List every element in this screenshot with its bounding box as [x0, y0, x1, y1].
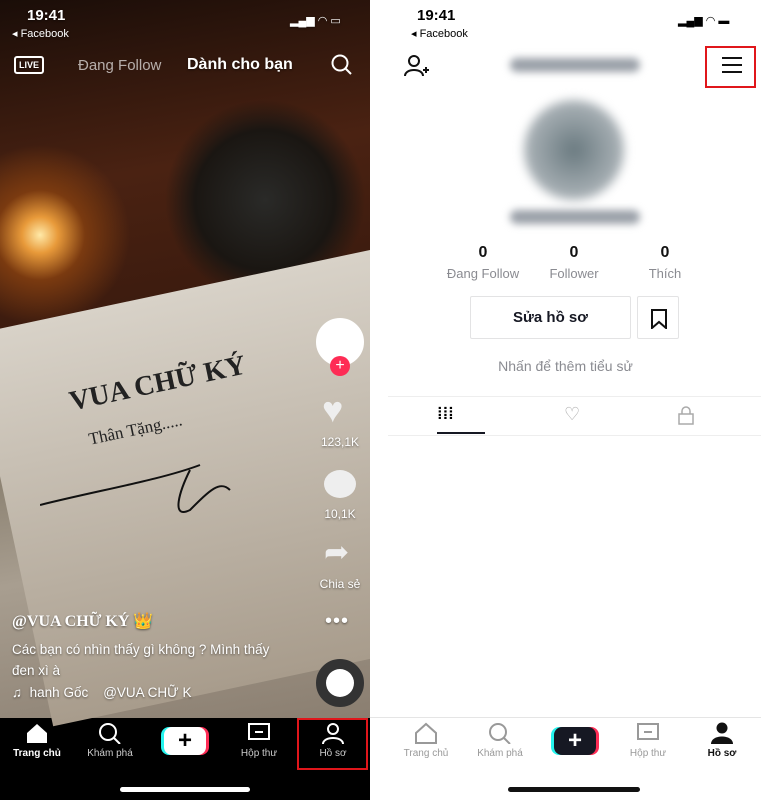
back-to-facebook[interactable]: ◂ Facebook: [12, 27, 69, 40]
back-app-label: Facebook: [20, 28, 69, 40]
status-icons: ▂▄▆ ◠ ▬: [678, 15, 730, 27]
stat-value: 0: [569, 244, 579, 261]
status-icons: ▂▄▆ ◠ ▭: [290, 15, 341, 27]
nav-discover[interactable]: Khám phá: [75, 722, 145, 759]
nav-divider: [370, 717, 761, 718]
liked-hidden-tab-icon[interactable]: ♡: [564, 404, 580, 425]
profile-screen: 19:41 ◂ Facebook ▂▄▆ ◠ ▬ 0 Đang Follow 0 F…: [370, 0, 761, 800]
nav-label: Khám phá: [477, 748, 523, 759]
search-icon[interactable]: [331, 54, 353, 76]
divider: [388, 435, 761, 436]
inbox-icon: [248, 723, 270, 740]
highlight-box-menu: [705, 46, 756, 88]
nav-label: Hộp thư: [240, 748, 278, 759]
stat-label: Follower: [549, 266, 599, 281]
stat-label: Thích: [648, 266, 682, 281]
status-time: 19:41: [417, 7, 456, 24]
bio-hint[interactable]: Nhấn để thêm tiểu sử: [370, 358, 761, 374]
profile-icon: [711, 722, 733, 744]
home-indicator: [120, 787, 250, 792]
stat-likes[interactable]: 0 Thích: [620, 244, 710, 281]
stat-label: Đang Follow: [446, 266, 520, 281]
comment-icon[interactable]: [324, 470, 356, 498]
home-icon: [27, 724, 47, 743]
feed-screen: VUA CHỮ KÝ Thân Tặng..... 19:41 ◂ Facebo…: [0, 0, 370, 800]
active-tab-indicator: [437, 432, 485, 434]
back-to-facebook[interactable]: ◂ Facebook: [411, 27, 468, 40]
add-user-icon[interactable]: [404, 54, 430, 78]
handle-blurred: [510, 210, 640, 224]
inbox-icon: [637, 723, 659, 740]
nav-discover[interactable]: Khám phá: [465, 722, 535, 759]
like-count: 123,1K: [320, 435, 360, 449]
live-button[interactable]: LIVE: [14, 56, 45, 74]
music-title: hanh Gốc @VUA CHỮ K: [29, 685, 192, 700]
signature-drawing: [40, 464, 231, 513]
create-button[interactable]: +: [554, 727, 596, 755]
comment-count: 10,1K: [324, 507, 356, 521]
music-disc[interactable]: [316, 659, 364, 707]
tab-following[interactable]: Đang Follow: [78, 57, 161, 74]
back-app-label: Facebook: [419, 28, 468, 40]
bookmark-icon: [651, 309, 667, 331]
follow-plus-icon[interactable]: +: [330, 356, 350, 376]
favorites-button[interactable]: [637, 296, 679, 339]
music-ticker[interactable]: ♫ hanh Gốc @VUA CHỮ K: [12, 685, 191, 700]
stat-followers[interactable]: 0 Follower: [529, 244, 619, 281]
discover-search-icon: [489, 723, 511, 744]
caption-text: Các bạn có nhìn thấy gì không ? Mình thấ…: [12, 642, 270, 678]
nav-home[interactable]: Trang chủ: [391, 722, 461, 759]
stat-value: 0: [478, 244, 488, 261]
caption-username[interactable]: @VUA CHỮ KÝ 👑: [12, 611, 153, 631]
divider: [388, 396, 761, 397]
nav-inbox[interactable]: Hộp thư: [613, 722, 683, 759]
home-indicator: [508, 787, 640, 792]
nav-label: Trang chủ: [403, 748, 449, 759]
videos-grid-tab[interactable]: ⦙⦙⦙: [438, 406, 455, 424]
highlight-box-profile: [297, 718, 368, 770]
create-button[interactable]: +: [164, 727, 206, 755]
nav-profile[interactable]: Hồ sơ: [687, 722, 757, 759]
nav-home[interactable]: Trang chủ: [2, 722, 72, 759]
more-icon[interactable]: •••: [325, 610, 349, 633]
profile-avatar[interactable]: [524, 100, 624, 200]
private-lock-tab-icon[interactable]: [678, 405, 694, 425]
share-icon[interactable]: ➦: [324, 538, 349, 568]
status-time: 19:41: [27, 7, 66, 24]
edit-profile-button[interactable]: Sửa hồ sơ: [470, 296, 631, 339]
heart-icon[interactable]: ♥: [322, 392, 343, 428]
stat-value: 0: [660, 244, 670, 261]
music-note-icon: ♫: [12, 685, 26, 700]
tab-for-you[interactable]: Dành cho bạn: [187, 56, 293, 74]
nav-label: Trang chủ: [13, 748, 61, 759]
username-header-blurred: [510, 58, 640, 72]
stat-following[interactable]: 0 Đang Follow: [438, 244, 528, 281]
nav-inbox[interactable]: Hộp thư: [224, 722, 294, 759]
discover-search-icon: [99, 723, 121, 744]
share-label: Chia sẻ: [319, 577, 361, 591]
home-icon: [415, 722, 437, 744]
nav-label: Khám phá: [87, 748, 133, 759]
nav-label: Hộp thư: [629, 748, 667, 759]
nav-label: Hồ sơ: [707, 748, 737, 759]
